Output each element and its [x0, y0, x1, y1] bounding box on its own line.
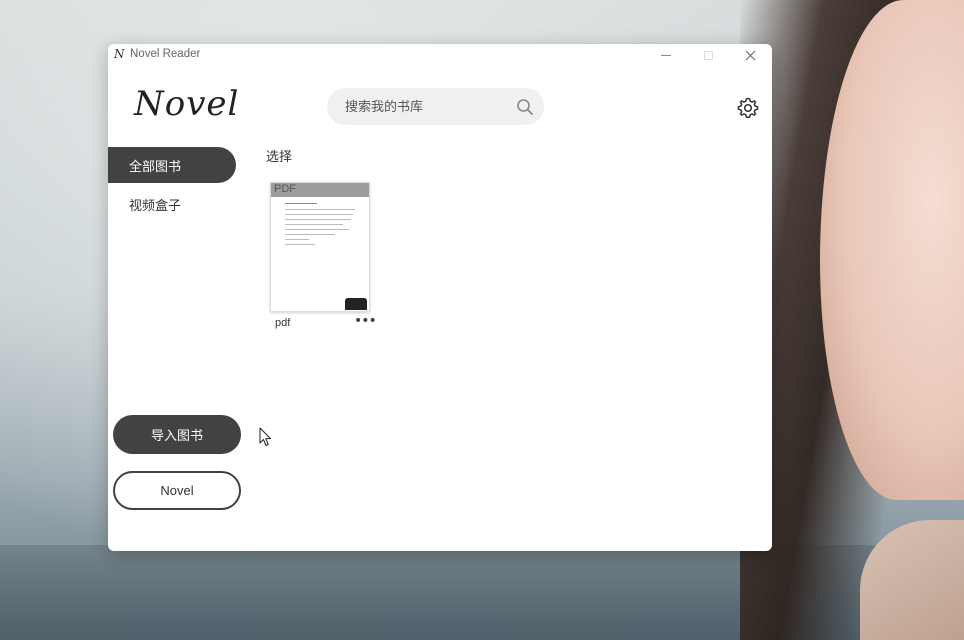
sidebar-item-all-books[interactable]: 全部图书 — [108, 147, 236, 183]
maximize-icon — [703, 50, 713, 60]
maximize-button[interactable] — [688, 44, 728, 66]
book-cover[interactable]: PDF — [270, 182, 370, 312]
novel-button[interactable]: Novel — [113, 471, 241, 510]
minimize-button[interactable] — [646, 44, 686, 66]
close-button[interactable] — [730, 44, 770, 66]
search-icon[interactable] — [516, 98, 534, 116]
cover-text-line — [285, 219, 351, 220]
cover-text-line — [285, 209, 355, 210]
cover-text-line — [285, 244, 315, 245]
search-box[interactable] — [327, 88, 544, 125]
book-cover-label: PDF — [274, 183, 296, 195]
app-logo: Novel — [134, 84, 240, 124]
sidebar-item-label: 全部图书 — [129, 159, 182, 175]
book-card[interactable]: PDF pdf ••• — [270, 182, 377, 332]
minimize-icon — [661, 54, 671, 56]
cover-text-line — [285, 203, 317, 204]
title-bar[interactable]: N Novel Reader — [108, 44, 772, 66]
cover-text-line — [285, 239, 309, 240]
book-title: pdf — [275, 317, 291, 329]
app-icon: N — [114, 47, 125, 61]
sidebar-item-label: 视频盒子 — [129, 198, 182, 214]
book-cover-illustration — [345, 298, 367, 310]
close-icon — [745, 50, 755, 60]
mouse-cursor-icon — [259, 427, 271, 446]
sidebar-item-video-box[interactable]: 视频盒子 — [108, 186, 236, 222]
cover-text-line — [285, 234, 335, 235]
window-title: Novel Reader — [130, 48, 201, 60]
search-input[interactable] — [345, 97, 505, 117]
more-icon[interactable]: ••• — [354, 313, 377, 329]
cover-text-line — [285, 229, 349, 230]
gear-icon[interactable] — [736, 96, 760, 120]
cover-text-line — [285, 224, 343, 225]
select-label[interactable]: 选择 — [266, 146, 292, 165]
import-books-button[interactable]: 导入图书 — [113, 415, 241, 454]
cover-text-line — [285, 214, 353, 215]
app-window: N Novel Reader Novel 全部图书 视频盒子 选择 — [108, 44, 772, 551]
